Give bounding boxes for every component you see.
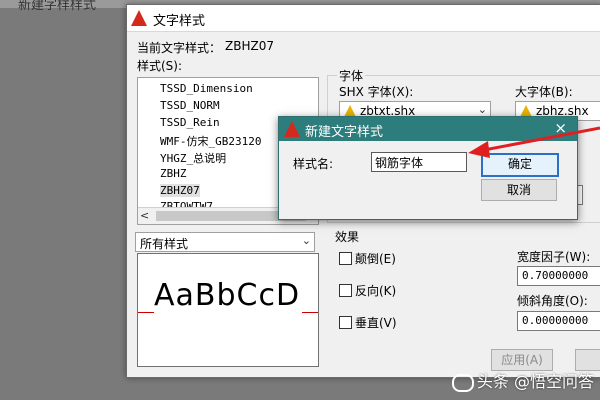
arrow-shaft [483,126,600,152]
arrow-head [468,141,490,158]
toutiao-logo-icon [451,373,474,392]
watermark: 头条 @悟空问答 [451,368,594,392]
watermark-text: 头条 @悟空问答 [476,372,594,391]
red-arrow-icon [468,126,600,158]
